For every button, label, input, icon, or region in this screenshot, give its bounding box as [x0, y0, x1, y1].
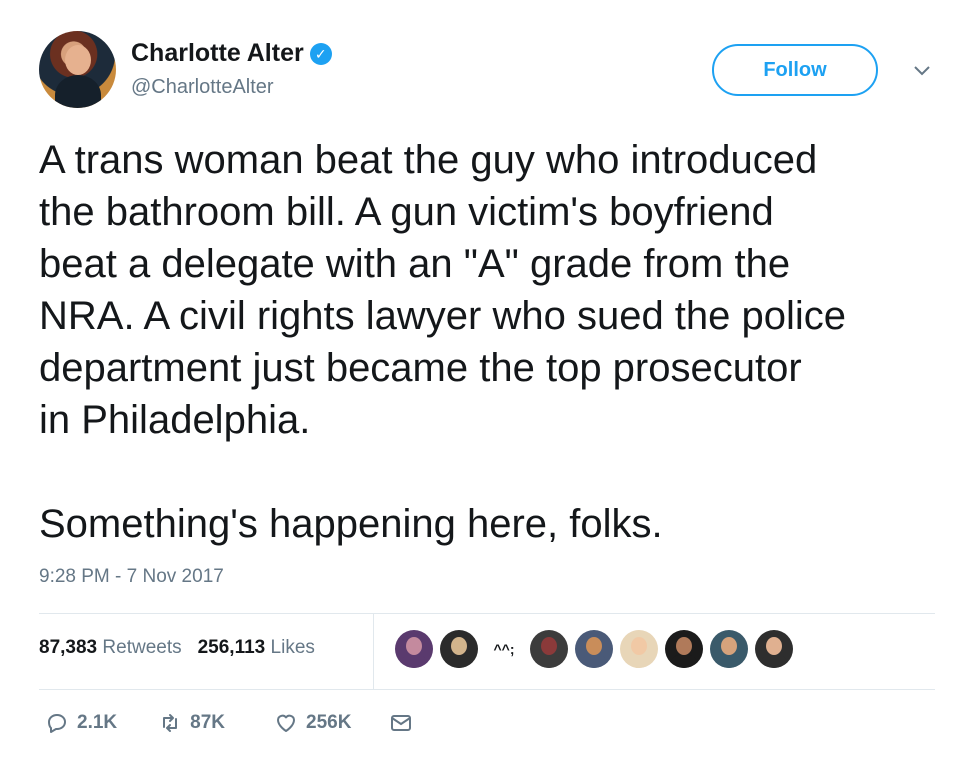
heart-icon [277, 714, 295, 732]
retweet-count: 87K [190, 712, 225, 733]
author-handle[interactable]: @CharlotteAlter [131, 76, 274, 99]
follow-button[interactable]: Follow [712, 44, 878, 96]
tweet-timestamp[interactable]: 9:28 PM - 7 Nov 2017 [39, 566, 224, 588]
envelope-icon [391, 715, 412, 731]
like-count: 256K [306, 712, 352, 733]
liker-avatar[interactable] [755, 630, 793, 668]
liker-avatar[interactable] [440, 630, 478, 668]
divider-top [39, 613, 935, 614]
retweets-count: 87,383 [39, 637, 98, 658]
tweet-text: A trans woman beat the guy who introduce… [39, 138, 847, 546]
liker-text[interactable]: ^^; [485, 641, 523, 657]
reply-action[interactable]: 2.1K [45, 711, 117, 735]
liker-avatar[interactable] [575, 630, 613, 668]
retweet-action[interactable]: 87K [158, 711, 225, 735]
retweets-stat[interactable]: 87,383 Retweets [39, 637, 182, 659]
tweet-stats: 87,383 Retweets 256,113 Likes [39, 637, 315, 659]
liker-avatars: ^^; [395, 630, 793, 668]
divider-bottom [39, 689, 935, 690]
likes-count: 256,113 [197, 637, 266, 658]
author-name-row[interactable]: Charlotte Alter ✓ [131, 39, 332, 68]
retweets-label: Retweets [102, 637, 182, 658]
liker-avatar[interactable] [665, 630, 703, 668]
liker-avatar[interactable] [530, 630, 568, 668]
stats-separator [373, 614, 374, 689]
like-action[interactable]: 256K [274, 711, 351, 735]
tweet-actions: 2.1K 87K 256K [39, 711, 413, 735]
liker-avatar[interactable] [620, 630, 658, 668]
author-avatar[interactable] [39, 31, 116, 108]
likes-label: Likes [270, 637, 315, 658]
likes-stat[interactable]: 256,113 Likes [198, 637, 315, 659]
chevron-down-icon[interactable] [912, 60, 932, 80]
liker-avatar[interactable] [710, 630, 748, 668]
retweet-icon [163, 714, 178, 732]
direct-message-action[interactable] [389, 711, 413, 735]
reply-count: 2.1K [77, 712, 118, 733]
verified-badge-icon: ✓ [309, 42, 332, 65]
author-name[interactable]: Charlotte Alter [131, 39, 304, 68]
reply-icon [48, 714, 66, 733]
liker-avatar[interactable] [395, 630, 433, 668]
